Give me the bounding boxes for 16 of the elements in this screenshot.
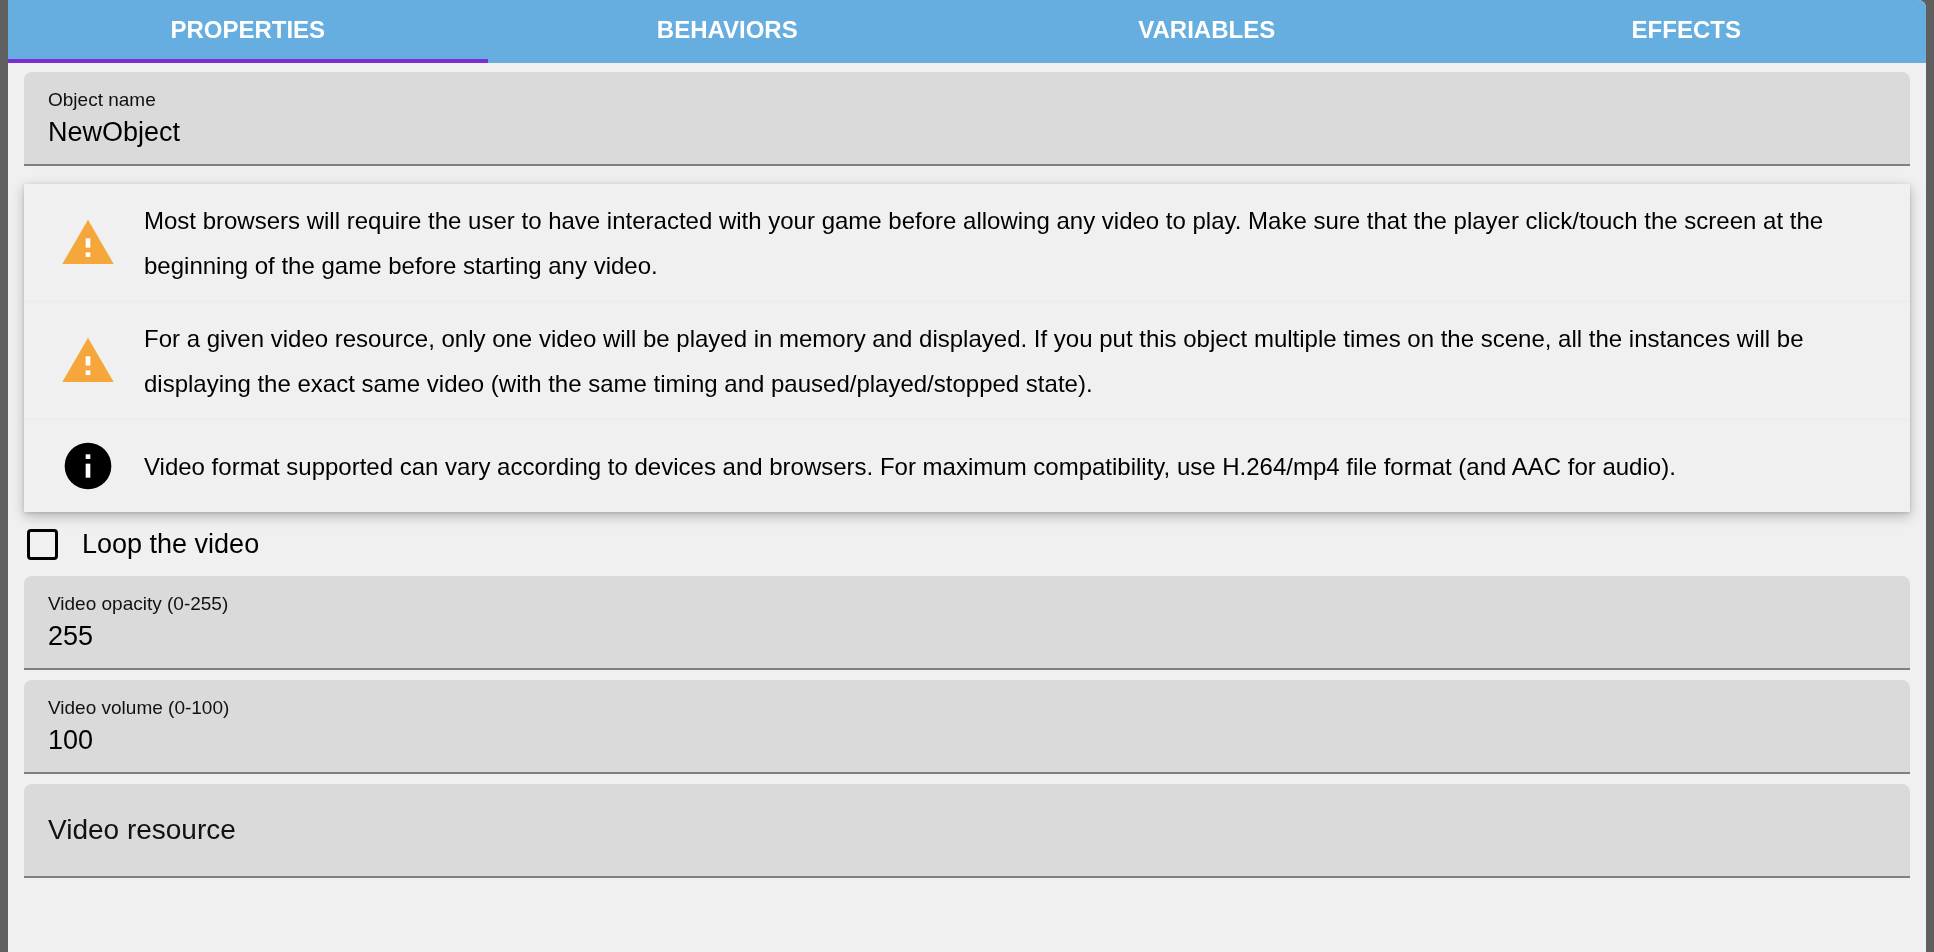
object-name-field[interactable]: Object name NewObject <box>24 72 1910 166</box>
alert-text: For a given video resource, only one video will be played in memory and displayed. If you put this object multiple times on the scene, all the instances will be displaying the exact same video (with the same timing and paused/played/stopped state). <box>144 324 1805 399</box>
field-label: Video opacity (0-255) <box>48 592 229 615</box>
input-field[interactable]: Video opacity (0-255) 255 <box>24 576 1910 670</box>
input-field[interactable]: Video resource <box>24 784 1910 878</box>
checkbox[interactable] <box>27 528 58 560</box>
field-value: 100 <box>48 724 94 756</box>
alert-text: Most browsers will require the user to have interacted with your game before allowing any video to play. Make sure that the player click/touch the screen at the beginning of the game before starting any video. <box>144 206 1825 281</box>
field-label: Object name <box>48 88 156 111</box>
field-label: Video volume (0-100) <box>48 696 230 719</box>
alert-text: Video format supported can vary according to devices and browsers. For maximum compatibility, use H.264/mp4 file format (and AAC for audio). <box>144 451 1676 482</box>
input-field[interactable]: Video volume (0-100) 100 <box>24 680 1910 774</box>
checkbox-label[interactable]: Loop the video <box>82 528 260 560</box>
field-value: 255 <box>48 620 94 652</box>
field-value: NewObject <box>48 116 181 148</box>
field-label: Video resource <box>48 814 236 846</box>
